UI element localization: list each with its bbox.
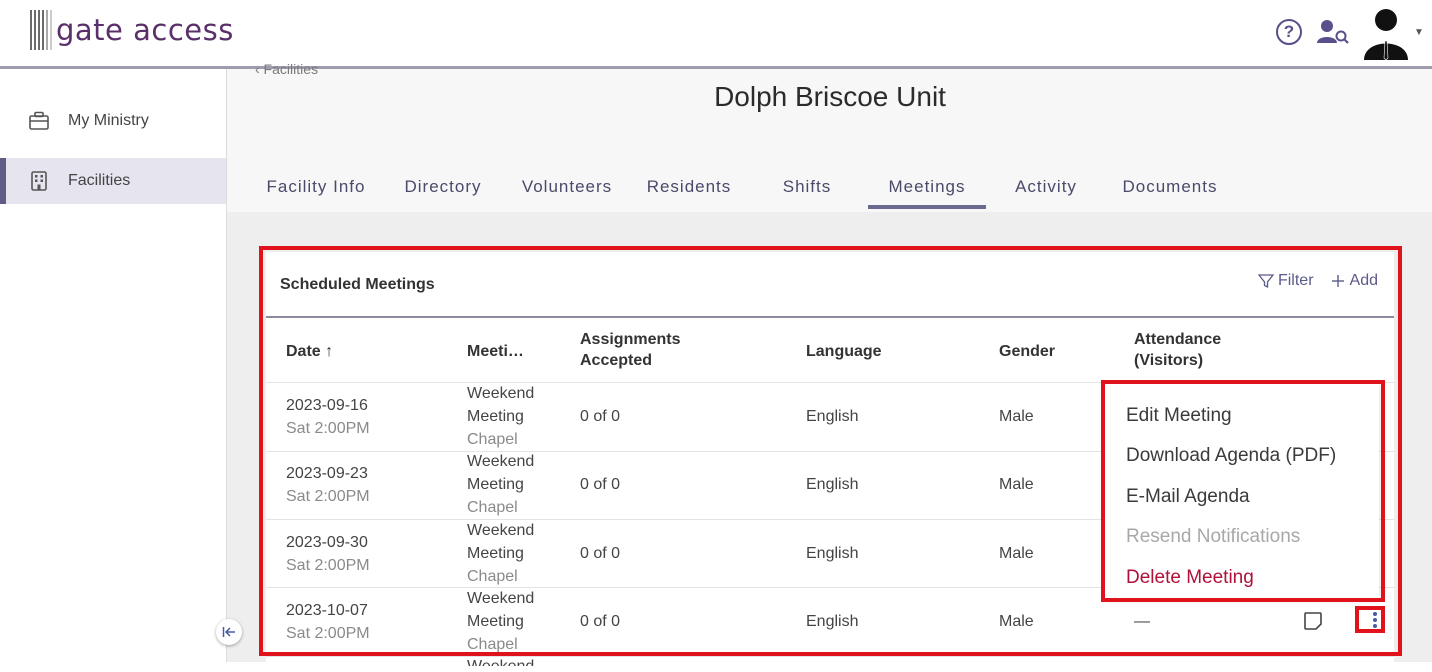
row-meeting-type-partial: Weekend [467,656,534,666]
sidebar-item-facilities[interactable]: Facilities [0,158,226,204]
help-icon[interactable]: ? [1276,19,1302,45]
logo[interactable]: gate access [30,8,234,52]
highlight-box-menu [1101,380,1385,602]
top-bar: gate access ? ▼ [0,0,1432,66]
tab-volunteers[interactable]: Volunteers [516,165,618,209]
facility-header: ‹ Facilities Dolph Briscoe Unit Facility… [227,61,1432,212]
highlight-box-more-button [1355,606,1385,633]
briefcase-icon [29,111,49,130]
tab-directory[interactable]: Directory [399,165,487,209]
sidebar-item-label: Facilities [68,172,131,189]
collapse-sidebar-button[interactable] [216,619,242,645]
tab-documents[interactable]: Documents [1117,165,1223,209]
tab-residents[interactable]: Residents [643,165,735,209]
user-search-icon[interactable] [1316,17,1350,47]
row-separator [266,656,1394,657]
chevron-down-icon[interactable]: ▼ [1414,27,1428,38]
tab-shifts[interactable]: Shifts [777,165,837,209]
logo-mark [30,10,52,50]
tab-facility-info[interactable]: Facility Info [261,165,371,209]
sidebar: My Ministry Facilities [0,69,226,662]
tab-activity[interactable]: Activity [1009,165,1083,209]
building-icon [31,171,47,191]
sidebar-item-label: My Ministry [68,112,149,129]
back-link[interactable]: ‹ Facilities [255,61,318,77]
page-title: Dolph Briscoe Unit [714,81,946,112]
sidebar-item-my-ministry[interactable]: My Ministry [0,98,226,144]
logo-text: gate access [56,13,234,47]
tab-meetings[interactable]: Meetings [868,165,986,209]
avatar[interactable] [1360,4,1412,60]
collapse-left-icon [222,627,235,637]
